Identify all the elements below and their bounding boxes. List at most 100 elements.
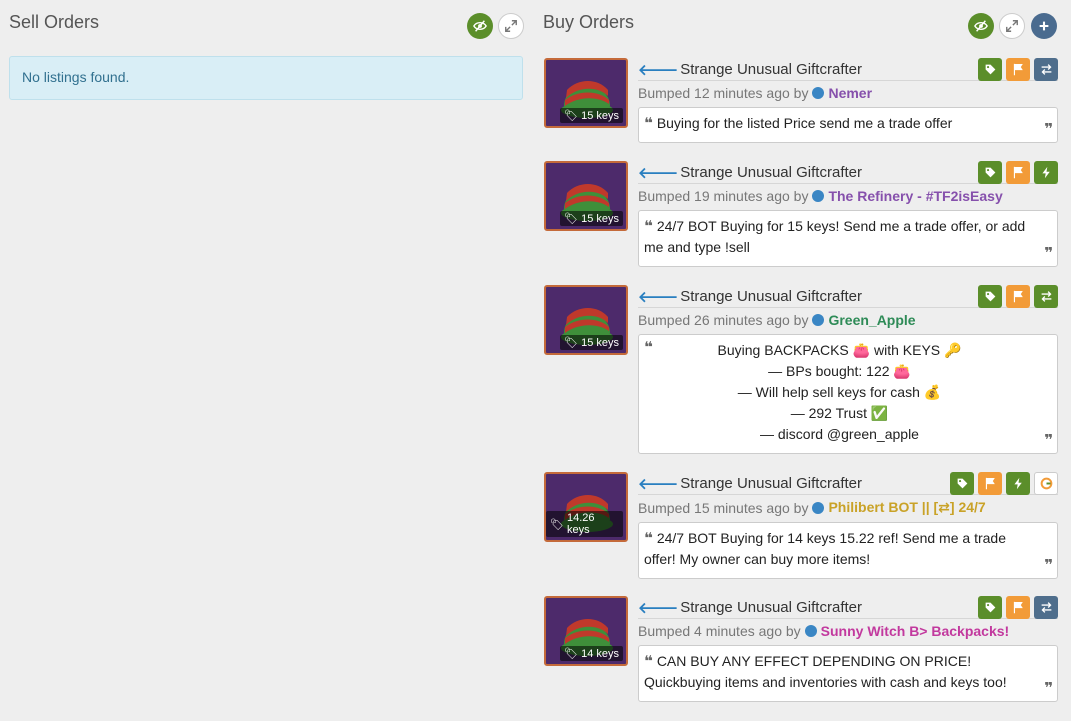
item-thumbnail[interactable]: 🏷 14 keys [544,596,628,666]
exchange-icon [1041,602,1051,613]
status-dot-icon [812,190,825,202]
report-button[interactable] [1006,596,1030,619]
bumped-info: Bumped 4 minutes ago by Sunny Witch B> B… [638,623,1010,639]
expand-icon [505,20,517,32]
quote-close-icon: ❞ [1044,680,1053,697]
expand-icon [1006,20,1018,32]
instant-trade-button[interactable] [1034,161,1058,184]
marketplace-button[interactable] [1034,472,1058,495]
add-listing-button[interactable] [1031,13,1057,39]
tag-icon: 🏷 [550,518,564,531]
item-thumbnail[interactable]: 🏷 15 keys [544,285,628,355]
tag-icon: 🏷 [564,337,579,349]
price-tag: 🏷 15 keys [560,108,623,123]
report-button[interactable] [1006,58,1030,81]
sell-empty-notice: No listings found. [9,56,523,100]
eye-slash-icon [974,20,988,32]
listing-actions [978,58,1058,81]
user-link[interactable]: The Refinery - #TF2isEasy [828,188,1002,204]
flag-icon [1013,290,1023,303]
listing-actions [978,161,1058,184]
marketplace-logo-icon [1040,477,1052,490]
quote-close-icon: ❞ [1044,557,1053,574]
user-link[interactable]: Philibert BOT || [⇄] 24/7 [828,499,985,516]
trade-offer-button[interactable] [1034,58,1058,81]
item-name-link[interactable]: Strange Unusual Giftcrafter [680,61,862,78]
item-name-link[interactable]: Strange Unusual Giftcrafter [680,599,862,616]
price-tag-button[interactable] [978,58,1002,81]
item-name-link[interactable]: Strange Unusual Giftcrafter [680,475,862,492]
quote-close-icon: ❞ [1044,432,1053,449]
item-name-link[interactable]: Strange Unusual Giftcrafter [680,164,862,181]
arrow-left-icon: 🡐 [638,599,679,617]
quote-open-icon: ❝ [644,218,653,235]
quote-close-icon: ❞ [1044,245,1053,262]
exchange-icon [1041,64,1051,75]
user-link[interactable]: Nemer [828,85,872,101]
quote-open-icon: ❝ [644,653,653,670]
listing-actions [978,596,1058,619]
item-thumbnail[interactable]: 🏷 15 keys [544,161,628,231]
quote-open-icon: ❝ [644,530,653,547]
sell-orders-title: Sell Orders [9,12,100,32]
item-thumbnail[interactable]: 🏷 14.26 keys [544,472,628,542]
report-button[interactable] [978,472,1002,495]
price-tag-button[interactable] [978,285,1002,308]
flag-icon [1013,601,1023,614]
plus-icon [1039,21,1049,31]
price-tag: 🏷 14.26 keys [546,511,623,537]
item-name-link[interactable]: Strange Unusual Giftcrafter [680,288,862,305]
listing-actions [978,285,1058,308]
listing-comment: ❝ 24/7 BOT Buying for 14 keys 15.22 ref! … [638,522,1058,579]
bumped-info: Bumped 15 minutes ago by Philibert BOT |… [638,499,986,516]
report-button[interactable] [1006,161,1030,184]
tag-icon [985,291,995,302]
quote-open-icon: ❝ [644,339,653,356]
item-thumbnail[interactable]: 🏷 15 keys [544,58,628,128]
status-dot-icon [804,625,817,637]
tag-icon: 🏷 [564,110,579,122]
status-dot-icon [812,87,825,99]
tag-icon: 🏷 [564,648,579,660]
status-dot-icon [812,501,825,514]
listing-comment: ❝ Buying for the listed Price send me a t… [638,107,1058,143]
report-button[interactable] [1006,285,1030,308]
user-link[interactable]: Sunny Witch B> Backpacks! [821,623,1010,639]
tag-icon [985,602,995,613]
bumped-info: Bumped 26 minutes ago by Green_Apple [638,312,916,328]
lightning-icon [1041,166,1050,179]
listing-comment: ❝ CAN BUY ANY EFFECT DEPENDING ON PRICE! … [638,645,1058,702]
eye-slash-icon [473,20,487,32]
tag-icon: 🏷 [564,213,579,225]
exchange-icon [1041,291,1051,302]
lightning-icon [1013,477,1022,490]
instant-trade-button[interactable] [1006,472,1030,495]
arrow-left-icon: 🡐 [638,288,679,306]
buy-orders-title: Buy Orders [543,12,635,32]
buy-expand-button[interactable] [999,13,1025,39]
buy-visibility-toggle-button[interactable] [968,13,994,39]
trade-offer-button[interactable] [1034,285,1058,308]
bumped-info: Bumped 19 minutes ago by The Refinery - … [638,188,1003,204]
status-dot-icon [812,314,825,326]
price-tag: 🏷 15 keys [560,211,623,226]
quote-close-icon: ❞ [1044,121,1053,138]
visibility-toggle-button[interactable] [467,13,493,39]
arrow-left-icon: 🡐 [638,61,679,79]
listing-comment: ❝ 24/7 BOT Buying for 15 keys! Send me a … [638,210,1058,267]
expand-button[interactable] [498,13,524,39]
listing-actions [950,472,1058,495]
price-tag: 🏷 14 keys [560,646,623,661]
price-tag-button[interactable] [978,596,1002,619]
price-tag-button[interactable] [950,472,974,495]
price-tag-button[interactable] [978,161,1002,184]
tag-icon [985,64,995,75]
arrow-left-icon: 🡐 [638,475,679,493]
user-link[interactable]: Green_Apple [828,312,915,328]
flag-icon [1013,166,1023,179]
price-tag: 🏷 15 keys [560,335,623,350]
bumped-info: Bumped 12 minutes ago by Nemer [638,85,873,101]
trade-offer-button[interactable] [1034,596,1058,619]
tag-icon [985,167,995,178]
quote-open-icon: ❝ [644,115,653,132]
